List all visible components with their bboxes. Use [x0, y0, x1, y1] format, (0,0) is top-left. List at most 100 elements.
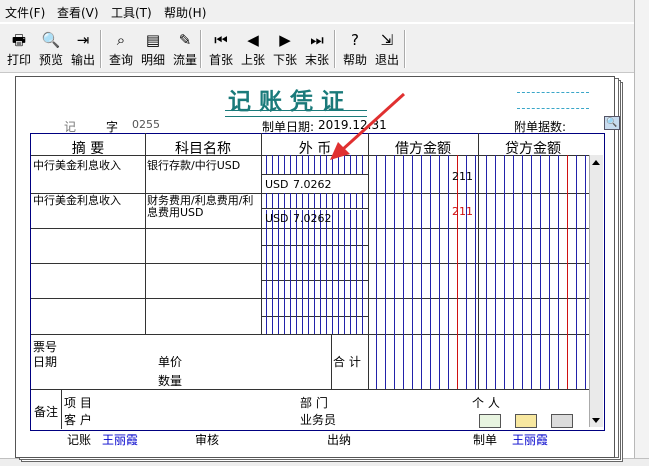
foreign-digit-line — [278, 280, 279, 298]
flow-label: 流量 — [172, 53, 197, 67]
project-label: 项 目 — [64, 396, 92, 410]
foreign-digit-line — [350, 228, 351, 245]
magnifier-icon[interactable]: 🔍 — [604, 116, 620, 130]
amount-digit-line — [558, 155, 559, 389]
exit-icon: ⇲ — [380, 31, 394, 49]
foreign-digit-line — [326, 245, 327, 263]
col-sep — [261, 133, 262, 334]
foreign-digit-line — [314, 193, 315, 208]
voucher-number[interactable]: 0255 — [132, 118, 160, 131]
export-button[interactable]: ⇥ 输出 — [68, 30, 98, 70]
foreign-digit-line — [308, 263, 309, 280]
foreign-digit-line — [314, 280, 315, 298]
foreign-digit-line — [302, 193, 303, 208]
annotation-arrow-icon — [330, 92, 406, 160]
menu-view[interactable]: 查看(V) — [57, 4, 99, 21]
foreign-digit-line — [344, 193, 345, 208]
next-label: 下张 — [272, 53, 297, 67]
first-label: 首张 — [208, 53, 233, 67]
tools-icon[interactable] — [551, 414, 573, 428]
flow-button[interactable]: ✎ 流量 — [170, 30, 200, 70]
foreign-digit-line — [272, 263, 273, 280]
bookkeeper-name: 王丽霞 — [102, 433, 139, 447]
first-button[interactable]: ⏮ 首张 — [206, 30, 236, 70]
amount-digit-line — [403, 155, 404, 389]
folder-icon[interactable] — [515, 414, 537, 428]
foreign-digit-line — [314, 298, 315, 316]
row-line — [31, 263, 589, 264]
foreign-digit-line — [362, 193, 363, 208]
prev-button[interactable]: ◀ 上张 — [238, 30, 268, 70]
foreign-digit-line — [326, 298, 327, 316]
foreign-digit-line — [308, 193, 309, 208]
vertical-scrollbar[interactable] — [589, 155, 603, 427]
toolbar-separator — [334, 30, 336, 68]
scroll-down-icon[interactable] — [592, 418, 600, 423]
foreign-digit-line — [284, 298, 285, 316]
bookkeeper-label: 记账 — [67, 433, 92, 447]
row1-rate: 7.0262 — [293, 178, 332, 191]
foreign-digit-line — [308, 228, 309, 245]
foreign-digit-line — [320, 228, 321, 245]
next-button[interactable]: ▶ 下张 — [270, 30, 300, 70]
foreign-digit-line — [266, 263, 267, 280]
foreign-digit-line — [290, 193, 291, 208]
amount-digit-line — [448, 155, 449, 389]
amount-digit-line — [522, 155, 523, 389]
foreign-digit-line — [302, 155, 303, 174]
foreign-digit-line — [338, 210, 339, 228]
menu-help[interactable]: 帮助(H) — [164, 4, 206, 21]
foreign-digit-line — [356, 315, 357, 334]
card-icon[interactable] — [479, 414, 501, 428]
detail-button[interactable]: ▤ 明细 — [138, 30, 168, 70]
menu-file[interactable]: 文件(F) — [5, 4, 45, 21]
foreign-digit-line — [344, 245, 345, 263]
last-button[interactable]: ⏭ 末张 — [302, 30, 332, 70]
foreign-digit-line — [266, 228, 267, 245]
help-button[interactable]: ? 帮助 — [340, 30, 370, 70]
foreign-digit-line — [344, 280, 345, 298]
foreign-digit-line — [362, 263, 363, 280]
foreign-digit-line — [308, 280, 309, 298]
preview-button[interactable]: 🔍 预览 — [36, 30, 66, 70]
foreign-digit-line — [266, 298, 267, 316]
print-button[interactable]: 🖶 打印 — [4, 30, 34, 70]
query-button[interactable]: ⌕ 查询 — [106, 30, 136, 70]
foreign-digit-line — [338, 280, 339, 298]
foreign-digit-line — [332, 315, 333, 334]
exit-button[interactable]: ⇲ 退出 — [372, 30, 402, 70]
preview-icon: 🔍 — [41, 31, 61, 49]
toolbar-separator — [404, 30, 406, 68]
row1-summary[interactable]: 中行美金利息收入 — [33, 160, 145, 172]
ledger-icon: ▤ — [145, 31, 161, 49]
scroll-up-icon[interactable] — [592, 160, 600, 165]
row1-subject[interactable]: 银行存款/中行USD — [147, 160, 259, 172]
foreign-digit-line — [356, 263, 357, 280]
amount-digit-line — [495, 155, 496, 389]
maker-name: 王丽霞 — [512, 433, 549, 447]
foreign-digit-line — [338, 228, 339, 245]
foreign-digit-line — [284, 280, 285, 298]
foreign-digit-line — [296, 315, 297, 334]
amount-digit-line — [466, 155, 467, 389]
foreign-digit-line — [290, 245, 291, 263]
pencil-icon: ✎ — [178, 31, 192, 49]
foreign-digit-line — [362, 298, 363, 316]
prev-icon: ◀ — [247, 31, 259, 49]
row2-subject[interactable]: 财务费用/利息费用/利息费用USD — [147, 195, 261, 219]
amount-digit-line — [486, 155, 487, 389]
row-line — [31, 155, 589, 156]
col-sep — [61, 389, 62, 429]
foreign-digit-line — [272, 155, 273, 174]
foreign-sub-line — [262, 174, 368, 175]
menu-tools[interactable]: 工具(T) — [111, 4, 152, 21]
foreign-digit-line — [266, 315, 267, 334]
foreign-digit-line — [302, 228, 303, 245]
foreign-digit-line — [350, 210, 351, 228]
foreign-digit-line — [308, 245, 309, 263]
foreign-digit-line — [362, 315, 363, 334]
foreign-digit-line — [338, 315, 339, 334]
amount-digit-line — [513, 155, 514, 389]
row2-summary[interactable]: 中行美金利息收入 — [33, 195, 145, 207]
foreign-digit-line — [302, 315, 303, 334]
